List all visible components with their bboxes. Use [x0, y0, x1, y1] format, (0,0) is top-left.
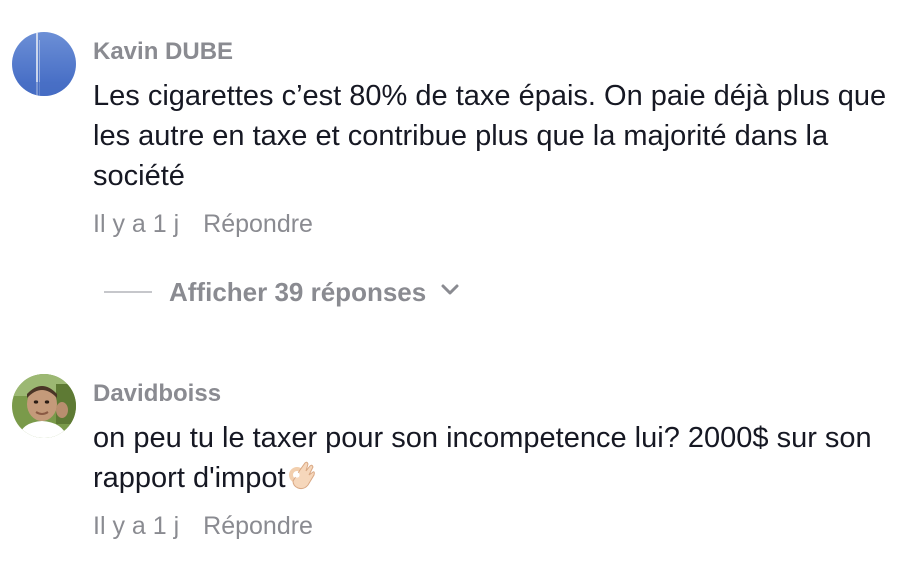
- view-replies-button[interactable]: Afficher 39 réponses: [104, 274, 460, 310]
- view-replies-label: Afficher 39 réponses: [169, 276, 427, 307]
- comment-text: on peu tu le taxer pour son incompetence…: [93, 418, 893, 502]
- comment-text-content: on peu tu le taxer pour son incompetence…: [93, 422, 872, 494]
- avatar[interactable]: [12, 374, 76, 438]
- avatar-photo: [12, 32, 76, 96]
- comment-username[interactable]: Kavin DUBE: [93, 38, 233, 66]
- reply-button[interactable]: Répondre: [203, 210, 313, 238]
- comment-timestamp: Il y a 1 j: [93, 210, 180, 238]
- comment-meta: Il y a 1 j Répondre: [93, 511, 313, 541]
- avatar[interactable]: [12, 32, 76, 96]
- comment-username[interactable]: Davidboiss: [93, 380, 221, 408]
- avatar-photo: [12, 374, 76, 438]
- divider-line: [104, 291, 152, 293]
- comment-text: Les cigarettes c’est 80% de taxe épais. …: [93, 80, 887, 192]
- comment-meta: Il y a 1 j Répondre: [93, 209, 313, 239]
- chevron-down-icon: [440, 283, 460, 302]
- reply-button[interactable]: Répondre: [203, 512, 313, 540]
- ok-hand-emoji-icon: [288, 461, 316, 502]
- comment-timestamp: Il y a 1 j: [93, 512, 180, 540]
